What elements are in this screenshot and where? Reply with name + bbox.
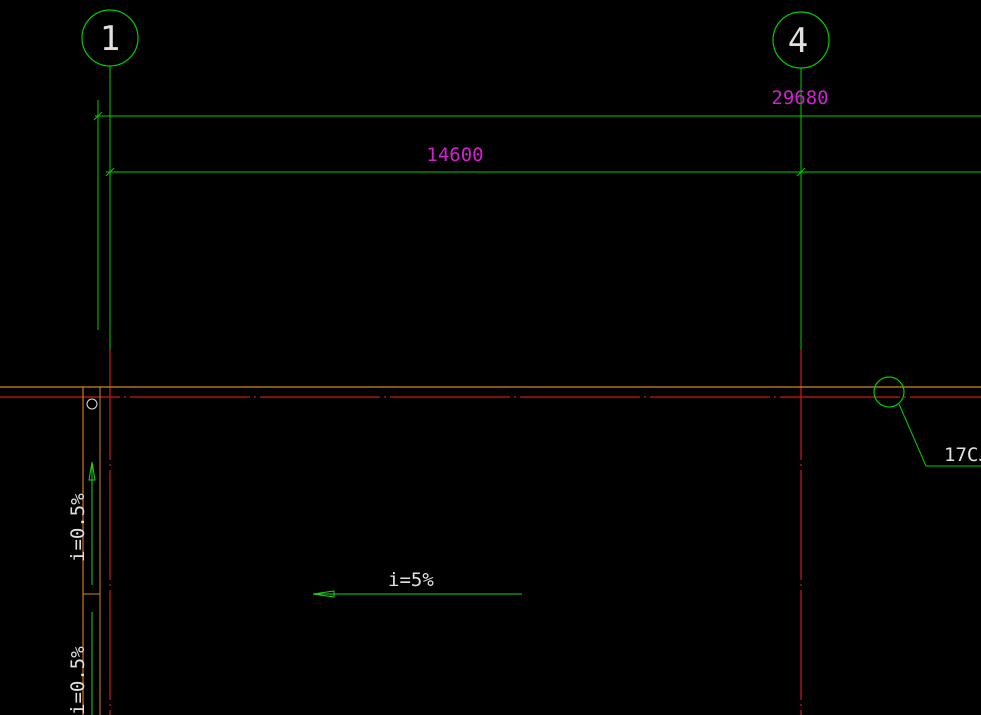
grid-bubble-label: 1 [100,19,120,59]
slope-label-roof: i=5% [388,569,434,591]
detail-callout[interactable]: 17CJ [873,376,981,467]
grid-bubble-label: 4 [788,21,808,61]
callout-circle [873,376,905,408]
dimension-text-bay: 14600 [426,144,483,166]
drain-symbol[interactable] [86,398,98,410]
cad-drawing-canvas[interactable]: 1 4 29680 14600 i=0.5% i=0.5% i=5% 17C [0,0,981,715]
dimension-text-overall: 29680 [771,87,828,109]
callout-label: 17CJ [944,444,981,466]
grid-bubble-4[interactable]: 4 [772,11,830,69]
slope-label-gutter-lower: i=0.5% [67,646,89,715]
grid-bubble-1[interactable]: 1 [81,9,139,67]
slope-label-gutter-upper: i=0.5% [67,493,89,562]
cad-drawing[interactable]: 1 4 29680 14600 i=0.5% i=0.5% i=5% 17C [0,0,981,715]
